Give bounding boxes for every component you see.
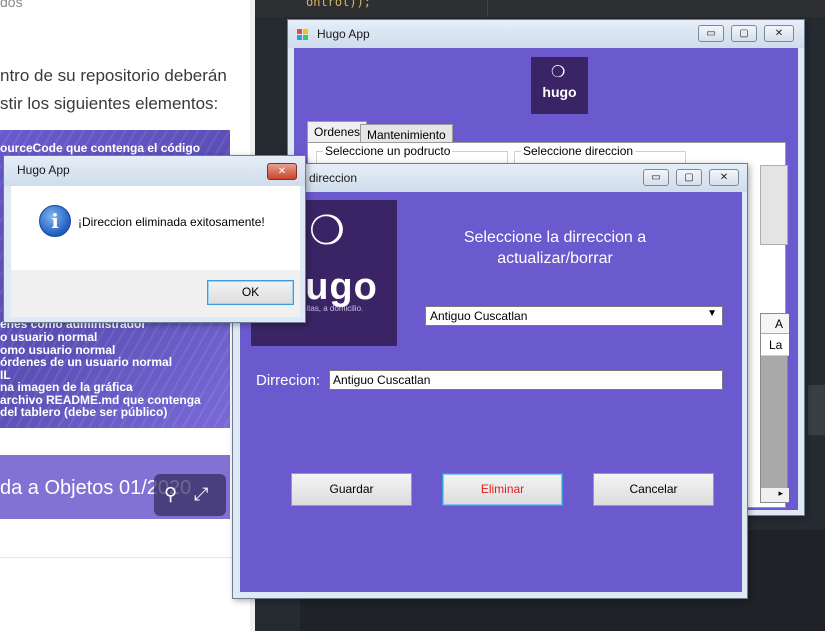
groupbox-product-label: Seleccione un podructo — [323, 144, 453, 158]
message-body: i ¡Direccion eliminada exitosamente! — [11, 186, 300, 270]
close-button[interactable]: ✕ — [764, 25, 794, 42]
message-box-title: Hugo App — [17, 163, 70, 177]
title-bar[interactable]: Hugo App ▭ ▢ ✕ — [288, 20, 804, 48]
image-text-line: na imagen de la gráfica — [0, 380, 133, 394]
window-title: direccion — [309, 171, 358, 185]
expand-icon[interactable]: ⤢ — [194, 484, 208, 505]
address-label: Dirrecion: — [256, 372, 321, 389]
share-icon[interactable]: ⚲ — [164, 484, 177, 505]
info-icon: i — [39, 205, 71, 237]
heading: Seleccione la dirreccion a actualizar/bo… — [463, 229, 647, 267]
direccion-window: direccion ▭ ▢ ✕ ❍ hugo necesitas, a domi… — [232, 163, 748, 599]
title-bar[interactable]: Hugo App ✕ — [4, 156, 305, 186]
maximize-button[interactable]: ▢ — [731, 25, 757, 42]
grid-cell[interactable]: La — [761, 334, 789, 356]
window-client-area: ❍ hugo necesitas, a domicilio. Seleccion… — [240, 192, 742, 592]
bird-icon: ❍ — [309, 209, 345, 253]
save-button[interactable]: Guardar — [291, 473, 412, 506]
minimize-button[interactable]: ▭ — [643, 169, 669, 186]
horizontal-scrollbar[interactable]: ▸ — [761, 488, 789, 502]
divider — [0, 557, 250, 558]
side-button[interactable] — [760, 165, 788, 245]
window-title: Hugo App — [317, 27, 370, 41]
ide-divider — [487, 0, 488, 17]
hugo-logo: ❍ hugo — [531, 57, 588, 114]
message-footer: OK — [11, 270, 300, 317]
title-bar[interactable]: direccion ▭ ▢ ✕ — [233, 164, 747, 192]
data-grid[interactable]: A La ▸ — [760, 313, 789, 503]
message-box: Hugo App ✕ i ¡Direccion eliminada exitos… — [3, 155, 306, 323]
webpage-paragraph-line-2: stir los siguientes elementos: — [0, 94, 219, 113]
message-text: ¡Direccion eliminada exitosamente! — [78, 215, 265, 229]
image-text-line: órdenes de un usuario normal — [0, 355, 173, 369]
groupbox-address-label: Seleccione direccion — [521, 144, 636, 158]
address-dropdown[interactable]: Antiguo Cuscatlan ▼ — [425, 306, 723, 326]
grid-column-header[interactable]: A — [761, 314, 789, 334]
maximize-button[interactable]: ▢ — [676, 169, 702, 186]
close-button[interactable]: ✕ — [267, 163, 297, 180]
image-text-line: del tablero (debe ser público) — [0, 405, 168, 419]
image-text-line: o usuario normal — [0, 330, 98, 344]
image-text-line: ourceCode que contenga el código — [0, 141, 201, 155]
app-icon — [297, 29, 309, 40]
ide-side-panel — [808, 385, 825, 435]
tab-ordenes[interactable]: Ordenes — [307, 121, 368, 143]
address-input[interactable]: Antiguo Cuscatlan — [329, 370, 723, 390]
ide-code-text: ontrol)); — [306, 0, 372, 9]
tab-mantenimiento[interactable]: Mantenimiento — [360, 124, 453, 143]
cancel-button[interactable]: Cancelar — [593, 473, 714, 506]
minimize-button[interactable]: ▭ — [698, 25, 724, 42]
close-button[interactable]: ✕ — [709, 169, 739, 186]
bird-icon: ❍ — [551, 64, 566, 81]
dropdown-value: Antiguo Cuscatlan — [430, 309, 528, 323]
share-controls: ⚲ ⤢ — [154, 474, 226, 516]
delete-button[interactable]: Eliminar — [442, 473, 563, 506]
dropdown-arrow-icon[interactable]: ▼ — [707, 308, 717, 319]
webpage-top-text: dos — [0, 0, 23, 10]
webpage-paragraph-line-1: ntro de su repositorio deberán — [0, 66, 227, 85]
ok-button[interactable]: OK — [207, 280, 294, 305]
logo-word: hugo — [542, 84, 577, 100]
